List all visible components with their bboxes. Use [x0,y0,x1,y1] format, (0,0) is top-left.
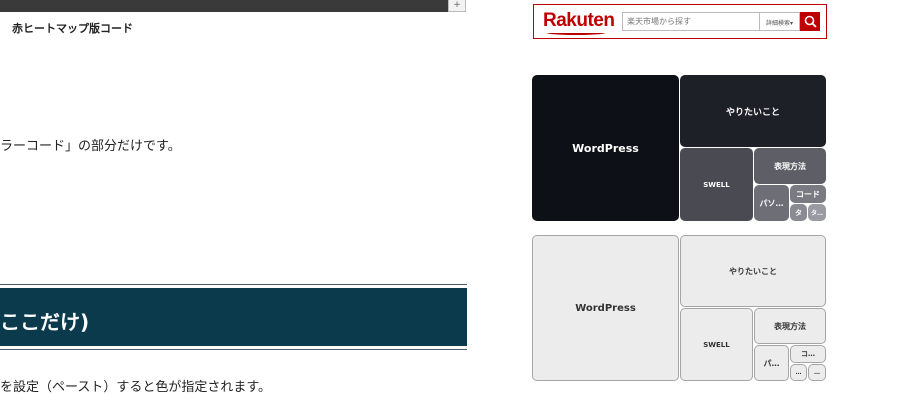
search-icon [804,15,817,28]
treemap-tile[interactable]: タ [790,204,807,221]
treemap-tile[interactable]: コ… [790,345,826,363]
rakuten-detail-search-select[interactable]: 詳細検索▾ [760,12,800,31]
treemap-tile-label: WordPress [575,302,636,314]
rakuten-logo[interactable]: Rakuten [543,10,615,32]
tag-treemap-light: WordPress やりたいこと SWELL 表現方法 パ… コ… … … [531,234,827,382]
treemap-tile[interactable]: WordPress [532,75,679,221]
rakuten-search-widget: Rakuten 詳細検索▾ [533,4,827,39]
rakuten-search-button[interactable] [800,12,820,31]
rakuten-logo-swoosh [547,31,605,35]
code-caption: 赤ヒートマップ版コード [12,22,133,35]
treemap-tile-label: コード [796,189,820,199]
treemap-tile[interactable]: 表現方法 [754,308,826,344]
treemap-tile-label: SWELL [703,180,730,189]
article-paragraph: を設定（ペースト）すると色が指定されます。 [0,380,272,394]
treemap-tile-label: … [795,369,802,376]
treemap-tile-label: パソ… [759,198,784,208]
treemap-tile-label: タ… [810,210,823,217]
treemap-tile[interactable]: やりたいこと [680,75,826,147]
treemap-tile[interactable]: パソ… [754,185,789,221]
treemap-tile[interactable]: SWELL [680,308,753,381]
treemap-tile-label: … [814,369,820,376]
section-heading: ここだけ) [0,310,90,334]
treemap-tile-label: WordPress [572,141,639,155]
treemap-tile-label: SWELL [703,340,730,349]
tag-treemap-dark: WordPress やりたいこと SWELL 表現方法 パソ… コード タ タ… [531,74,827,222]
treemap-tile-label: コ… [801,350,815,358]
section-heading-box: ここだけ) [0,284,467,350]
treemap-tile[interactable]: WordPress [532,235,679,381]
treemap-tile-label: やりたいこと [729,266,777,276]
treemap-tile-label: タ [795,208,802,217]
treemap-tile[interactable]: … [790,364,807,381]
code-block-scroll-button[interactable]: + [448,0,466,12]
treemap-tile-label: やりたいこと [725,107,780,118]
rakuten-search-input[interactable] [622,12,760,31]
code-block-bottom [0,0,448,12]
treemap-tile-label: 表現方法 [774,161,806,171]
treemap-tile[interactable]: 表現方法 [754,148,826,184]
treemap-tile[interactable]: やりたいこと [680,235,826,307]
treemap-tile[interactable]: … [808,364,826,381]
treemap-tile[interactable]: SWELL [680,148,753,221]
treemap-tile-label: 表現方法 [774,321,806,331]
treemap-tile[interactable]: タ… [808,204,826,221]
treemap-tile-label: パ… [763,358,780,368]
treemap-tile[interactable]: コード [790,185,826,203]
article-paragraph: ラーコード」の部分だけです。 [0,139,181,154]
treemap-tile[interactable]: パ… [754,345,789,381]
